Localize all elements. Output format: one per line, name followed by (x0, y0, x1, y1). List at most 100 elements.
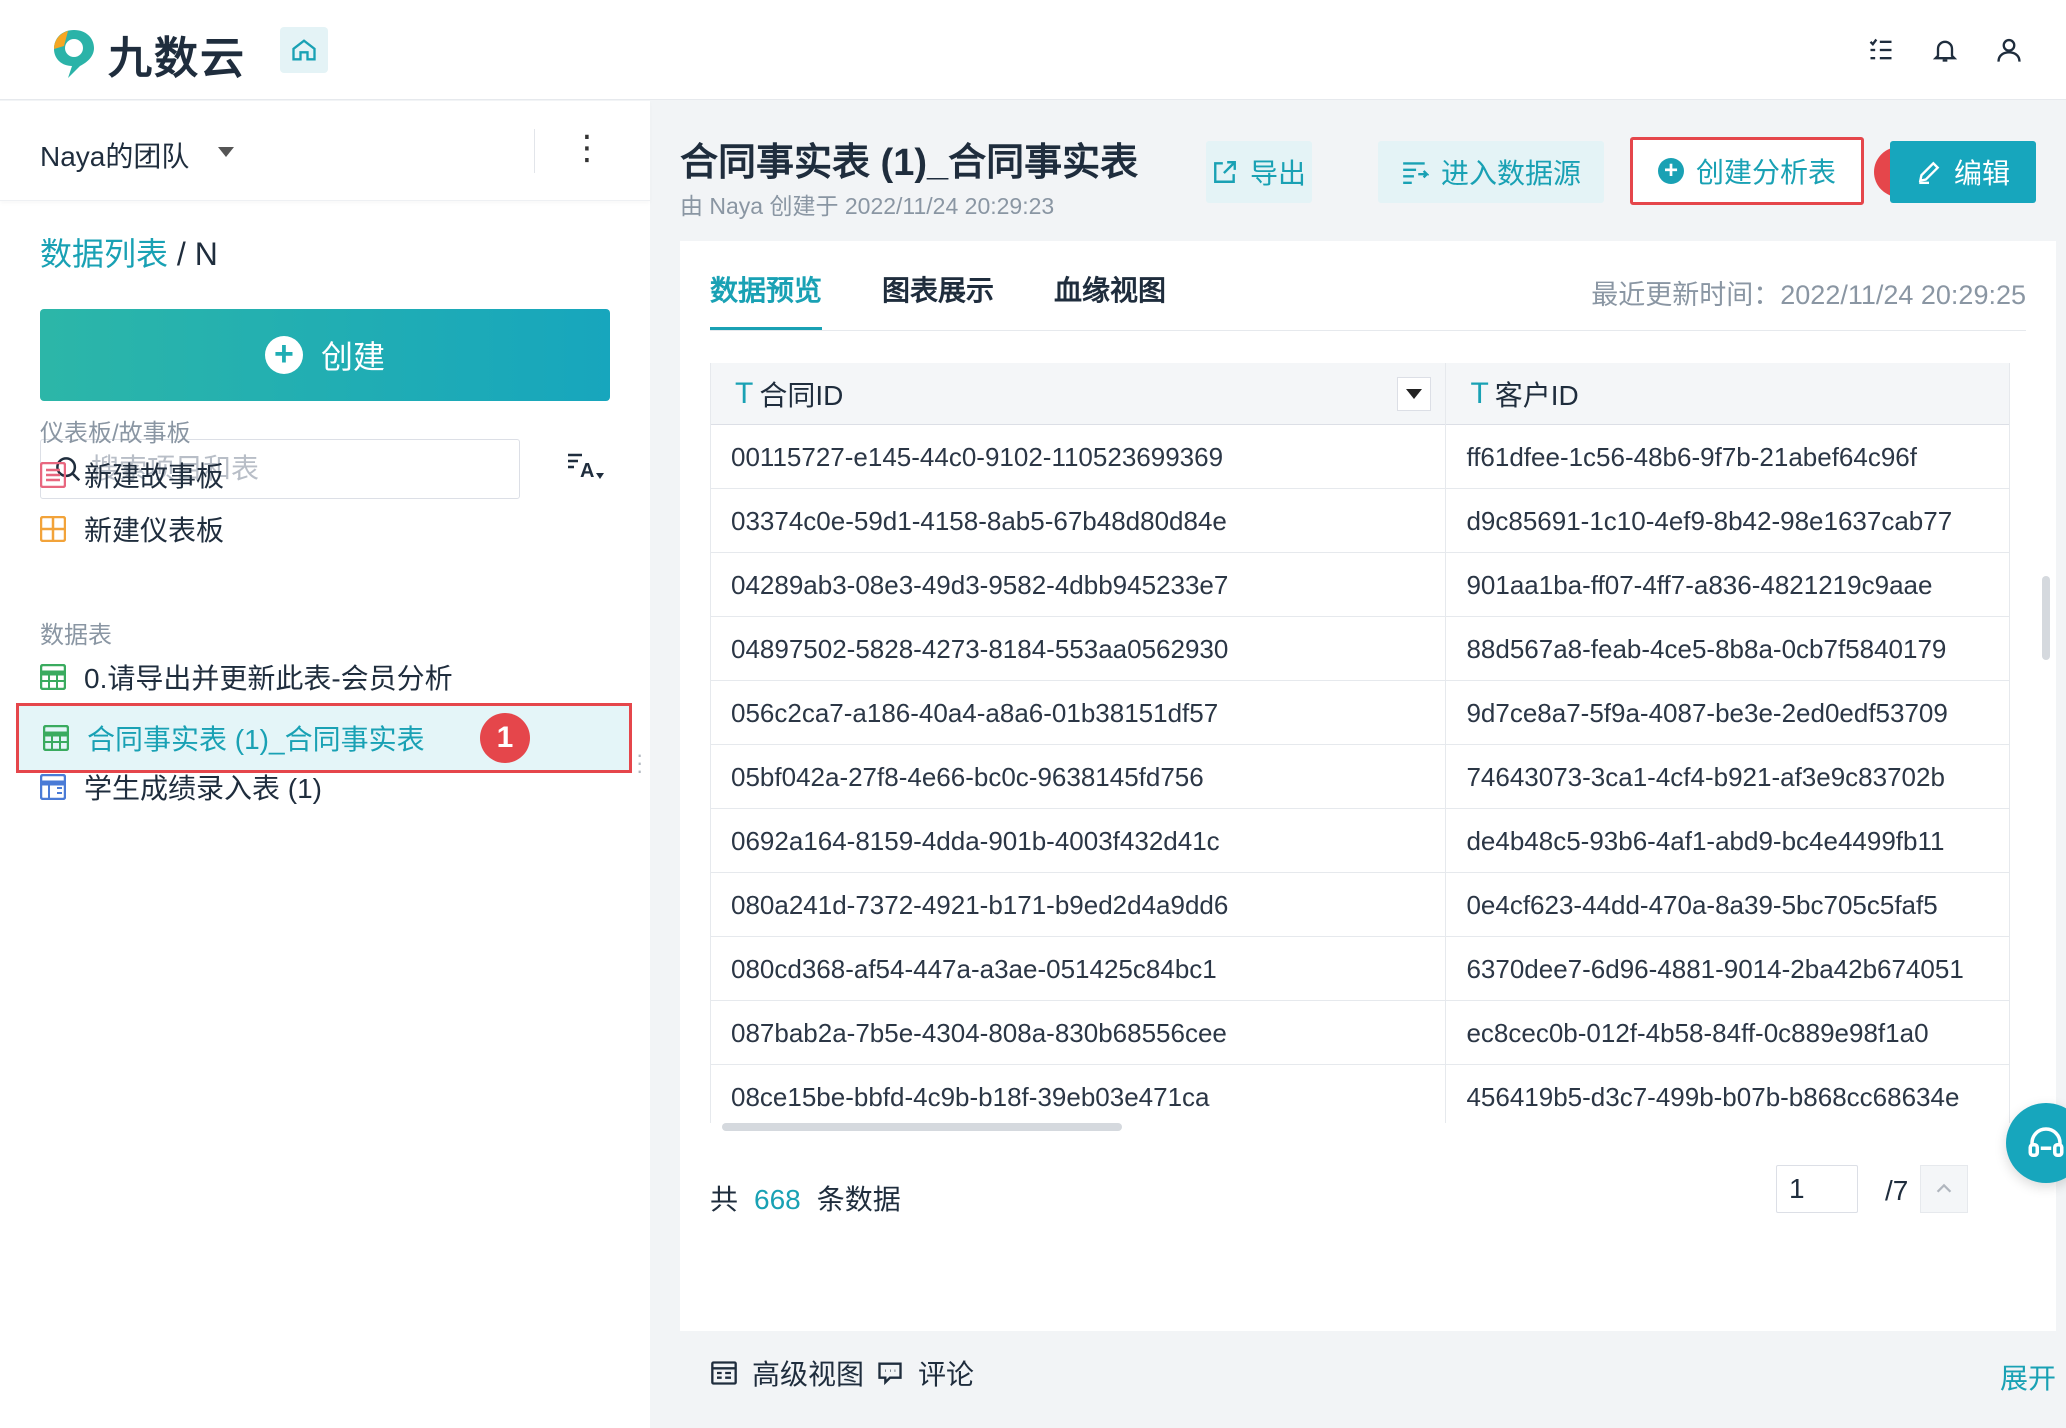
column-dropdown-button[interactable] (1397, 377, 1432, 411)
team-switcher[interactable]: Naya的团队 ⋮ (0, 101, 650, 201)
table-cell[interactable]: 04897502-5828-4273-8184-553aa0562930 (711, 617, 1447, 681)
tab-lineage-view[interactable]: 血缘视图 (1054, 241, 1166, 331)
comments-label: 评论 (918, 1359, 975, 1390)
tab-data-preview[interactable]: 数据预览 (710, 241, 823, 331)
datasource-icon (1403, 162, 1429, 184)
page-number-input[interactable] (1776, 1165, 1858, 1213)
table-row: 0692a164-8159-4dda-901b-4003f432d41c de4b… (711, 809, 2010, 873)
top-icons (1864, 30, 2026, 70)
table-cell[interactable]: d9c85691-1c10-4ef9-8b42-98e1637cab77 (1446, 489, 2010, 553)
logo-icon (54, 30, 94, 78)
table-cell[interactable]: 08ce15be-bbfd-4c9b-b18f-39eb03e471ca (711, 1065, 1447, 1123)
table-cell[interactable]: 6370dee7-6d96-4881-9014-2ba42b674051 (1446, 937, 2010, 1001)
table-cell[interactable]: 05bf042a-27f8-4e66-bc0c-9638145fd756 (711, 745, 1447, 809)
sort-icon[interactable]: A (564, 443, 608, 493)
dashboard-icon (40, 516, 66, 542)
data-panel: 数据预览 图表展示 血缘视图 最近更新时间：2022/11/24 20:29:2… (680, 241, 2066, 1331)
table-row: 04897502-5828-4273-8184-553aa0562930 88d5… (711, 617, 2010, 681)
chevron-up-icon (1936, 1183, 1952, 1193)
home-button[interactable] (280, 27, 328, 73)
tab-chart-display[interactable]: 图表展示 (882, 241, 994, 331)
table-cell[interactable]: 901aa1ba-ff07-4ff7-a836-4821219c9aae (1446, 553, 2010, 617)
table-cell[interactable]: 04289ab3-08e3-49d3-9582-4dbb945233e7 (711, 553, 1447, 617)
column-header-label: 合同ID (759, 380, 844, 411)
table-row: 03374c0e-59d1-4158-8ab5-67b48d80d84e d9c8… (711, 489, 2010, 553)
table-cell[interactable]: 88d567a8-feab-4ce5-8b8a-0cb7f5840179 (1446, 617, 2010, 681)
table-header: T 合同ID T 客户ID (711, 363, 2010, 425)
create-button[interactable]: + 创建 (40, 309, 610, 401)
table-row: 08ce15be-bbfd-4c9b-b18f-39eb03e471ca 4564… (711, 1065, 2010, 1123)
home-icon (292, 39, 316, 61)
edit-label: 编辑 (1953, 158, 2010, 189)
export-label: 导出 (1249, 158, 1306, 189)
resize-handle[interactable]: · · · (636, 744, 643, 782)
more-vertical-icon[interactable]: ⋮ (570, 131, 604, 165)
main-content: 合同事实表 (1)_合同事实表 由 Naya 创建于 2022/11/24 20… (650, 101, 2066, 1428)
tab-bar: 数据预览 图表展示 血缘视图 (710, 241, 1166, 331)
sidebar-item-member-analysis[interactable]: 0.请导出并更新此表-会员分析 (40, 651, 453, 703)
logo[interactable]: 九数云 (50, 22, 246, 86)
advanced-view-label: 高级视图 (752, 1359, 865, 1390)
export-button[interactable]: 导出 (1206, 141, 1312, 203)
table-cell[interactable]: 056c2ca7-a186-40a4-a8a6-01b38151df57 (711, 681, 1447, 745)
breadcrumb-data-list[interactable]: 数据列表 (40, 236, 168, 272)
breadcrumb-current: N (194, 236, 218, 272)
table-cell[interactable]: de4b48c5-93b6-4af1-abd9-bc4e4499fb11 (1446, 809, 2010, 873)
table-icon (40, 664, 66, 690)
storyboard-icon (40, 462, 66, 488)
comments-button[interactable]: 评论 (876, 1353, 974, 1393)
table-icon (43, 725, 69, 751)
table-cell[interactable]: 00115727-e145-44c0-9102-110523699369 (711, 425, 1447, 489)
enter-datasource-button[interactable]: 进入数据源 (1378, 141, 1604, 203)
support-chat-button[interactable] (2006, 1103, 2066, 1183)
sidebar-item-student-scores[interactable]: 学生成绩录入表 (1) (40, 761, 322, 813)
text-type-icon: T (1470, 377, 1489, 410)
sidebar-item-label: 新建故事板 (84, 461, 225, 492)
table-row: 05bf042a-27f8-4e66-bc0c-9638145fd756 7464… (711, 745, 2010, 809)
sidebar-item-label: 学生成绩录入表 (1) (84, 773, 323, 804)
table-cell[interactable]: ec8cec0b-012f-4b58-84ff-0c889e98f1a0 (1446, 1001, 2010, 1065)
sidebar-item-dashboard[interactable]: 新建仪表板 (40, 503, 224, 555)
page-total: /7 (1885, 1175, 1909, 1206)
table-cell[interactable]: 456419b5-d3c7-499b-b07b-b868cc68634e (1446, 1065, 2010, 1123)
vertical-scrollbar[interactable] (2042, 576, 2050, 660)
logo-text: 九数云 (108, 34, 246, 83)
sidebar-item-storyboard[interactable]: 新建故事板 (40, 449, 224, 501)
boards-section-label: 仪表板/故事板 (40, 420, 191, 447)
table-cell[interactable]: 03374c0e-59d1-4158-8ab5-67b48d80d84e (711, 489, 1447, 553)
export-icon (1214, 161, 1236, 183)
column-header-customer-id[interactable]: T 客户ID (1446, 363, 2010, 425)
record-count-suffix: 条数据 (816, 1184, 901, 1215)
advanced-view-icon (711, 1361, 737, 1385)
column-header-contract-id[interactable]: T 合同ID (711, 363, 1447, 425)
table-cell[interactable]: 0e4cf623-44dd-470a-8a39-5bc705c5faf5 (1446, 873, 2010, 937)
table-cell[interactable]: 0692a164-8159-4dda-901b-4003f432d41c (711, 809, 1447, 873)
notification-button[interactable] (1928, 30, 1962, 70)
create-analysis-button[interactable]: + 创建分析表 (1630, 137, 1864, 205)
divider (710, 330, 2026, 331)
horizontal-scrollbar[interactable] (722, 1123, 1122, 1131)
headset-icon (2028, 1127, 2064, 1157)
table-cell[interactable]: 087bab2a-7b5e-4304-808a-830b68556cee (711, 1001, 1447, 1065)
table-cell[interactable]: 080cd368-af54-447a-a3ae-051425c84bc1 (711, 937, 1447, 1001)
table-cell[interactable]: ff61dfee-1c56-48b6-9f7b-21abef64c96f (1446, 425, 2010, 489)
table-cell[interactable]: 9d7ce8a7-5f9a-4087-be3e-2ed0edf53709 (1446, 681, 2010, 745)
breadcrumb: 数据列表 / N (40, 229, 218, 275)
user-button[interactable] (1992, 30, 2026, 70)
tables-section-label: 数据表 (40, 622, 112, 649)
divider (534, 129, 535, 173)
table-cell[interactable]: 74643073-3ca1-4cf4-b921-af3e9c83702b (1446, 745, 2010, 809)
expand-link[interactable]: 展开 (2000, 1357, 2056, 1397)
table-cell[interactable]: 080a241d-7372-4921-b171-b9ed2d4a9dd6 (711, 873, 1447, 937)
advanced-view-button[interactable]: 高级视图 (710, 1353, 864, 1393)
sidebar-item-label: 新建仪表板 (84, 515, 225, 546)
form-table-icon (40, 774, 66, 800)
task-list-button[interactable] (1864, 30, 1898, 70)
table-row: 080a241d-7372-4921-b171-b9ed2d4a9dd6 0e4c… (711, 873, 2010, 937)
datasource-label: 进入数据源 (1440, 158, 1581, 189)
plus-circle-icon: + (1657, 158, 1684, 184)
table-row: 080cd368-af54-447a-a3ae-051425c84bc1 6370… (711, 937, 2010, 1001)
previous-page-button[interactable] (1920, 1165, 1968, 1213)
text-type-icon: T (735, 377, 754, 410)
edit-button[interactable]: 编辑 (1890, 141, 2036, 203)
